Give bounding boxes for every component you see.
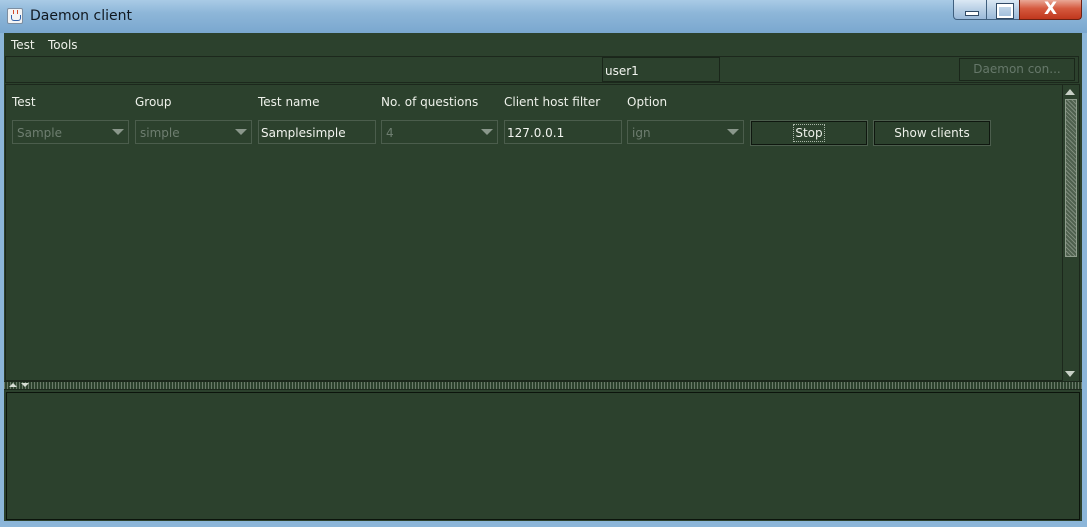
questions-select[interactable]: 4	[381, 120, 498, 144]
title-bar[interactable]: Daemon client X	[0, 0, 1087, 33]
label-group: Group	[135, 95, 172, 109]
option-select-value: ign	[632, 126, 651, 140]
label-host-filter: Client host filter	[504, 95, 601, 109]
window-frame-bottom	[0, 521, 1087, 527]
label-questions: No. of questions	[381, 95, 479, 109]
scroll-down-icon[interactable]	[1065, 371, 1075, 377]
close-icon: X	[1043, 0, 1058, 19]
menu-test[interactable]: Test	[11, 38, 35, 52]
minimize-button[interactable]	[953, 0, 987, 20]
daemon-connect-button[interactable]: Daemon con...	[959, 58, 1075, 81]
dropdown-arrow-icon	[727, 129, 739, 135]
window-frame-right	[1082, 33, 1087, 527]
java-app-icon	[7, 8, 23, 24]
test-select-value: Sample	[17, 126, 62, 140]
toolbar	[5, 56, 1079, 83]
menu-bar: Test Tools	[4, 33, 1082, 55]
minimize-icon	[965, 11, 979, 16]
group-select[interactable]: simple	[135, 120, 252, 144]
host-filter-input[interactable]: 127.0.0.1	[504, 120, 622, 144]
close-button[interactable]: X	[1019, 0, 1082, 20]
split-up-icon[interactable]	[9, 383, 17, 387]
scroll-up-icon[interactable]	[1065, 89, 1075, 95]
label-test: Test	[12, 95, 36, 109]
label-option: Option	[627, 95, 668, 109]
split-down-icon[interactable]	[21, 383, 29, 387]
window-title: Daemon client	[30, 8, 132, 24]
option-select[interactable]: ign	[627, 120, 744, 144]
label-test-name: Test name	[258, 95, 320, 109]
test-name-input[interactable]: Samplesimple	[258, 120, 376, 144]
menu-tools[interactable]: Tools	[48, 38, 78, 52]
stop-button-label: Stop	[793, 124, 825, 142]
dropdown-arrow-icon	[112, 129, 124, 135]
split-divider[interactable]	[4, 381, 1082, 390]
maximize-button[interactable]	[986, 0, 1020, 20]
show-clients-button[interactable]: Show clients	[873, 120, 991, 146]
maximize-icon	[996, 3, 1014, 19]
group-select-value: simple	[140, 126, 180, 140]
user-field[interactable]: user1	[602, 57, 720, 82]
scrollbar-thumb[interactable]	[1065, 99, 1077, 257]
questions-select-value: 4	[386, 126, 394, 140]
output-panel	[6, 392, 1080, 520]
stop-button[interactable]: Stop	[750, 120, 868, 146]
client-area: Test Tools user1 Daemon con... Test Grou…	[4, 33, 1082, 521]
vertical-scrollbar[interactable]	[1062, 85, 1079, 381]
test-select[interactable]: Sample	[12, 120, 129, 144]
dropdown-arrow-icon	[235, 129, 247, 135]
dropdown-arrow-icon	[481, 129, 493, 135]
